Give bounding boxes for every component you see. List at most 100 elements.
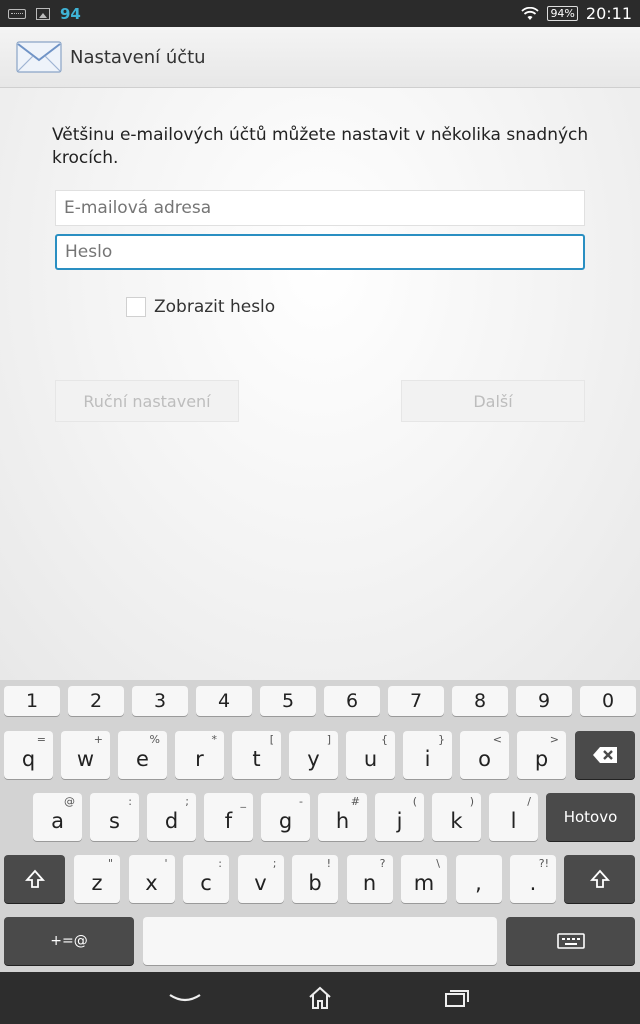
key-u[interactable]: {u <box>346 731 395 779</box>
key-label: 3 <box>153 690 167 712</box>
key-t[interactable]: [t <box>232 731 281 779</box>
key-alt-symbol: > <box>549 733 559 746</box>
email-app-icon[interactable] <box>16 40 62 74</box>
shift-icon <box>24 869 45 888</box>
key-8[interactable]: 8 <box>452 686 508 716</box>
wifi-icon <box>521 6 540 20</box>
key-2[interactable]: 2 <box>68 686 124 716</box>
symbols-key[interactable]: +=@ <box>4 917 134 965</box>
manual-setup-button[interactable]: Ruční nastavení <box>55 380 239 422</box>
key-label: i <box>424 747 431 771</box>
recents-icon <box>445 990 469 1007</box>
key-1[interactable]: 1 <box>4 686 60 716</box>
key-alt-symbol: ! <box>326 857 331 870</box>
key-period[interactable]: ?!. <box>510 855 556 903</box>
image-status-icon <box>36 7 50 20</box>
key-4[interactable]: 4 <box>196 686 252 716</box>
key-g[interactable]: -g <box>261 793 310 841</box>
show-password-label: Zobrazit heslo <box>154 297 276 317</box>
key-alt-symbol: - <box>299 795 303 808</box>
next-button[interactable]: Další <box>401 380 585 422</box>
key-y[interactable]: ] y <box>289 731 338 779</box>
key-b[interactable]: ! b <box>292 855 338 903</box>
key-alt-symbol: ] <box>326 733 331 746</box>
keyboard-settings-key[interactable] <box>506 917 635 965</box>
key-w[interactable]: + w <box>61 731 110 779</box>
key-6[interactable]: 6 <box>324 686 380 716</box>
key-label: s <box>109 809 120 833</box>
key-alt-symbol: / <box>527 795 531 808</box>
email-field[interactable] <box>55 190 585 226</box>
key-z[interactable]: " z <box>74 855 120 903</box>
key-alt-symbol: ' <box>164 857 168 870</box>
key-h[interactable]: # h <box>318 793 367 841</box>
key-label: h <box>335 809 350 833</box>
shift-key-left[interactable] <box>4 855 65 903</box>
key-label: 1 <box>25 690 39 712</box>
key-alt-symbol: ( <box>412 795 417 808</box>
key-label: m <box>413 871 435 895</box>
key-l[interactable]: / l <box>489 793 538 841</box>
recents-button[interactable] <box>437 982 477 1014</box>
back-icon <box>169 994 201 1002</box>
backspace-icon <box>593 747 617 763</box>
home-button[interactable] <box>300 982 340 1014</box>
key-s[interactable]: :s <box>90 793 139 841</box>
key-label: l <box>510 809 517 833</box>
key-m[interactable]: \ m <box>401 855 447 903</box>
key-alt-symbol: ?! <box>538 857 549 870</box>
action-bar: Nastavení účtu <box>0 27 640 88</box>
status-bar: 94 94% 20:11 <box>0 0 640 27</box>
key-label: 2 <box>89 690 103 712</box>
key-i[interactable]: } i <box>403 731 452 779</box>
key-label: v <box>254 871 267 895</box>
shift-key-right[interactable] <box>564 855 635 903</box>
backspace-key[interactable] <box>575 731 635 779</box>
show-password-checkbox[interactable] <box>126 297 146 317</box>
key-q[interactable]: = q <box>4 731 53 779</box>
key-alt-symbol: } <box>438 733 445 746</box>
key-d[interactable]: ; d <box>147 793 196 841</box>
key-label: a <box>51 809 64 833</box>
back-button[interactable] <box>165 982 205 1014</box>
key-alt-symbol: % <box>149 733 160 746</box>
key-o[interactable]: < o <box>460 731 509 779</box>
space-key[interactable] <box>143 917 497 965</box>
account-setup-form: Většinu e-mailových účtů můžete nastavit… <box>0 88 640 680</box>
key-alt-symbol: : <box>218 857 222 870</box>
key-0[interactable]: 0 <box>580 686 636 716</box>
key-v[interactable]: ; v <box>237 855 284 903</box>
key-r[interactable]: * r <box>175 731 224 779</box>
key-j[interactable]: (j <box>375 793 424 841</box>
key-label: x <box>145 871 158 895</box>
key-label: c <box>200 871 212 895</box>
key-alt-symbol: ; <box>272 857 277 870</box>
key-x[interactable]: ' x <box>128 855 175 903</box>
key-label: 0 <box>601 690 615 712</box>
key-9[interactable]: 9 <box>516 686 572 716</box>
key-label: 6 <box>345 690 359 712</box>
show-password-row[interactable]: Zobrazit heslo <box>126 297 275 317</box>
keyboard-status-icon <box>8 8 26 19</box>
key-c[interactable]: :c <box>183 855 229 903</box>
key-label: n <box>362 871 377 895</box>
clock: 20:11 <box>585 4 632 23</box>
key-alt-symbol: _ <box>240 795 247 808</box>
key-alt-symbol: * <box>211 733 218 746</box>
key-e[interactable]: % e <box>118 731 167 779</box>
key-3[interactable]: 3 <box>132 686 188 716</box>
key-f[interactable]: _ f <box>204 793 253 841</box>
key-k[interactable]: ) k <box>432 793 481 841</box>
key-a[interactable]: @ a <box>33 793 82 841</box>
done-key[interactable]: Hotovo <box>546 793 635 841</box>
key-5[interactable]: 5 <box>260 686 316 716</box>
password-field[interactable] <box>55 234 585 270</box>
key-alt-symbol: [ <box>269 733 274 746</box>
key-label: w <box>76 747 95 771</box>
key-7[interactable]: 7 <box>388 686 444 716</box>
key-label: d <box>164 809 179 833</box>
battery-icon: 94% <box>547 6 578 21</box>
key-n[interactable]: ? n <box>346 855 393 903</box>
key-p[interactable]: > p <box>517 731 566 779</box>
key-comma[interactable]: , <box>455 855 502 903</box>
